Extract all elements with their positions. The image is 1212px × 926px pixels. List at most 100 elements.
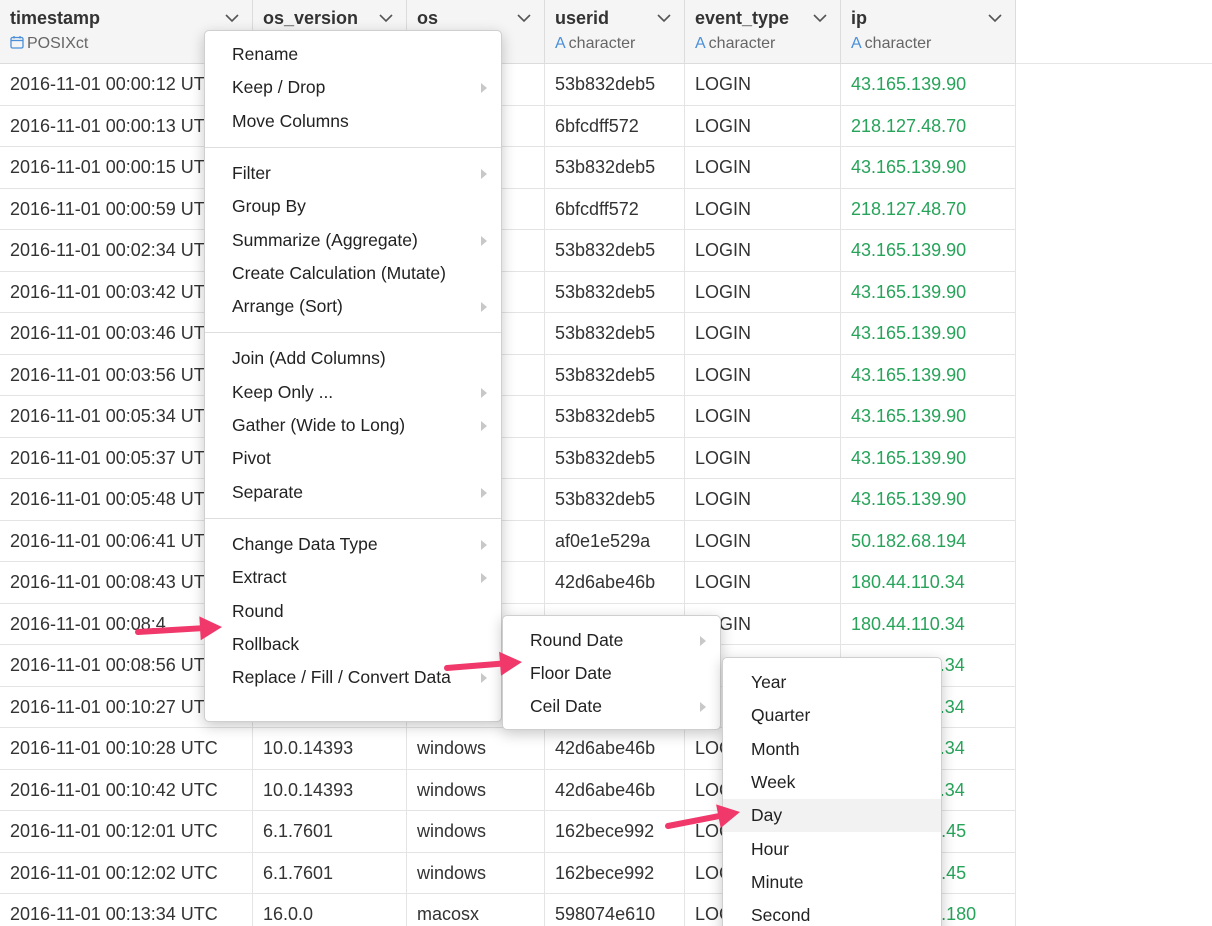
table-cell[interactable]: LOGIN xyxy=(685,479,841,520)
menu-item-filter[interactable]: Filter xyxy=(205,157,501,190)
column-header-event-type[interactable]: event_type Acharacter xyxy=(685,0,841,63)
table-cell[interactable]: LOGIN xyxy=(685,520,841,561)
table-cell[interactable]: windows xyxy=(407,769,545,810)
table-cell[interactable]: LOGIN xyxy=(685,188,841,229)
chevron-down-icon[interactable] xyxy=(987,12,1003,24)
menu-item-create-calculation-mutate[interactable]: Create Calculation (Mutate) xyxy=(205,257,501,290)
table-cell[interactable]: LOGIN xyxy=(685,147,841,188)
menu-item-month[interactable]: Month xyxy=(723,733,941,766)
table-cell[interactable]: 42d6abe46b xyxy=(545,769,685,810)
table-cell[interactable]: 53b832deb5 xyxy=(545,354,685,395)
table-row: 2016-11-01 00:03:46 UTC 53b832deb5 LOGIN 43… xyxy=(0,313,1016,355)
menu-item-second[interactable]: Second xyxy=(723,899,941,926)
menu-item-separate[interactable]: Separate xyxy=(205,476,501,509)
table-cell[interactable]: 43.165.139.90 xyxy=(841,271,1016,312)
table-cell[interactable]: 162bece992 xyxy=(545,852,685,893)
table-cell[interactable]: LOGIN xyxy=(685,105,841,146)
chevron-down-icon[interactable] xyxy=(224,12,240,24)
menu-item-quarter[interactable]: Quarter xyxy=(723,699,941,732)
table-cell[interactable]: 180.44.110.34 xyxy=(841,603,1016,644)
menu-item-join-add-columns[interactable]: Join (Add Columns) xyxy=(205,342,501,375)
table-cell[interactable]: windows xyxy=(407,811,545,852)
table-cell[interactable]: LOGIN xyxy=(685,396,841,437)
menu-item-round[interactable]: Round xyxy=(205,595,501,628)
table-cell[interactable]: 218.127.48.70 xyxy=(841,188,1016,229)
column-header-ip[interactable]: ip Acharacter xyxy=(841,0,1016,63)
menu-item-group-by[interactable]: Group By xyxy=(205,190,501,223)
menu-item-extract[interactable]: Extract xyxy=(205,561,501,594)
table-cell[interactable]: af0e1e529a xyxy=(545,520,685,561)
table-cell[interactable]: 43.165.139.90 xyxy=(841,230,1016,271)
menu-item-summarize-aggregate[interactable]: Summarize (Aggregate) xyxy=(205,224,501,257)
table-cell[interactable]: 43.165.139.90 xyxy=(841,396,1016,437)
table-cell[interactable]: 43.165.139.90 xyxy=(841,313,1016,354)
table-cell[interactable]: windows xyxy=(407,852,545,893)
table-cell[interactable]: 2016-11-01 00:10:28 UTC xyxy=(0,728,253,769)
menu-item-floor-date[interactable]: Floor Date xyxy=(503,657,720,690)
table-cell[interactable]: 2016-11-01 00:12:01 UTC xyxy=(0,811,253,852)
menu-item-pivot[interactable]: Pivot xyxy=(205,442,501,475)
table-cell[interactable]: 42d6abe46b xyxy=(545,562,685,603)
menu-item-rename[interactable]: Rename xyxy=(205,38,501,71)
table-cell[interactable]: 43.165.139.90 xyxy=(841,437,1016,478)
table-cell[interactable]: 43.165.139.90 xyxy=(841,64,1016,105)
chevron-down-icon[interactable] xyxy=(656,12,672,24)
table-cell[interactable]: 42d6abe46b xyxy=(545,728,685,769)
table-cell[interactable]: 2016-11-01 00:13:34 UTC xyxy=(0,894,253,926)
table-cell[interactable]: 2016-11-01 00:10:42 UTC xyxy=(0,769,253,810)
table-cell[interactable]: macosx xyxy=(407,894,545,926)
menu-item-arrange-sort[interactable]: Arrange (Sort) xyxy=(205,290,501,323)
table-cell[interactable]: LOGIN xyxy=(685,271,841,312)
table-cell[interactable]: 43.165.139.90 xyxy=(841,147,1016,188)
menu-item-day[interactable]: Day xyxy=(723,799,941,833)
table-cell[interactable]: 50.182.68.194 xyxy=(841,520,1016,561)
table-cell[interactable]: LOGIN xyxy=(685,64,841,105)
table-cell[interactable]: 53b832deb5 xyxy=(545,230,685,271)
menu-item-week[interactable]: Week xyxy=(723,766,941,799)
table-cell[interactable]: 6.1.7601 xyxy=(253,811,407,852)
table-cell[interactable]: 53b832deb5 xyxy=(545,64,685,105)
table-cell[interactable]: 6bfcdff572 xyxy=(545,188,685,229)
menu-item-label: Second xyxy=(751,905,811,926)
menu-item-replace-fill-convert-data[interactable]: Replace / Fill / Convert Data xyxy=(205,661,501,694)
menu-item-keep-drop[interactable]: Keep / Drop xyxy=(205,71,501,104)
table-cell[interactable]: 6bfcdff572 xyxy=(545,105,685,146)
menu-item-rollback[interactable]: Rollback xyxy=(205,628,501,661)
table-cell[interactable]: LOGIN xyxy=(685,354,841,395)
menu-item-keep-only[interactable]: Keep Only ... xyxy=(205,376,501,409)
table-cell[interactable]: 6.1.7601 xyxy=(253,852,407,893)
table-cell[interactable]: LOGIN xyxy=(685,562,841,603)
table-cell[interactable]: 53b832deb5 xyxy=(545,396,685,437)
table-cell[interactable]: 53b832deb5 xyxy=(545,479,685,520)
table-cell[interactable]: 53b832deb5 xyxy=(545,313,685,354)
menu-item-round-date[interactable]: Round Date xyxy=(503,624,720,657)
table-cell[interactable]: 598074e610 xyxy=(545,894,685,926)
column-header-userid[interactable]: userid Acharacter xyxy=(545,0,685,63)
table-cell[interactable]: LOGIN xyxy=(685,230,841,271)
table-cell[interactable]: 43.165.139.90 xyxy=(841,354,1016,395)
table-cell[interactable]: windows xyxy=(407,728,545,769)
table-cell[interactable]: 180.44.110.34 xyxy=(841,562,1016,603)
table-cell[interactable]: 10.0.14393 xyxy=(253,728,407,769)
table-cell[interactable]: 162bece992 xyxy=(545,811,685,852)
menu-item-gather-wide-to-long[interactable]: Gather (Wide to Long) xyxy=(205,409,501,442)
table-cell[interactable]: LOGIN xyxy=(685,437,841,478)
chevron-down-icon[interactable] xyxy=(378,12,394,24)
menu-item-ceil-date[interactable]: Ceil Date xyxy=(503,690,720,723)
menu-item-move-columns[interactable]: Move Columns xyxy=(205,105,501,138)
table-cell[interactable]: 2016-11-01 00:12:02 UTC xyxy=(0,852,253,893)
chevron-down-icon[interactable] xyxy=(812,12,828,24)
menu-item-minute[interactable]: Minute xyxy=(723,866,941,899)
menu-item-change-data-type[interactable]: Change Data Type xyxy=(205,528,501,561)
table-cell[interactable]: 16.0.0 xyxy=(253,894,407,926)
table-cell[interactable]: 218.127.48.70 xyxy=(841,105,1016,146)
chevron-down-icon[interactable] xyxy=(516,12,532,24)
menu-item-year[interactable]: Year xyxy=(723,666,941,699)
table-cell[interactable]: LOGIN xyxy=(685,313,841,354)
table-cell[interactable]: 43.165.139.90 xyxy=(841,479,1016,520)
menu-item-hour[interactable]: Hour xyxy=(723,833,941,866)
table-cell[interactable]: 53b832deb5 xyxy=(545,271,685,312)
table-cell[interactable]: 53b832deb5 xyxy=(545,147,685,188)
table-cell[interactable]: 53b832deb5 xyxy=(545,437,685,478)
table-cell[interactable]: 10.0.14393 xyxy=(253,769,407,810)
